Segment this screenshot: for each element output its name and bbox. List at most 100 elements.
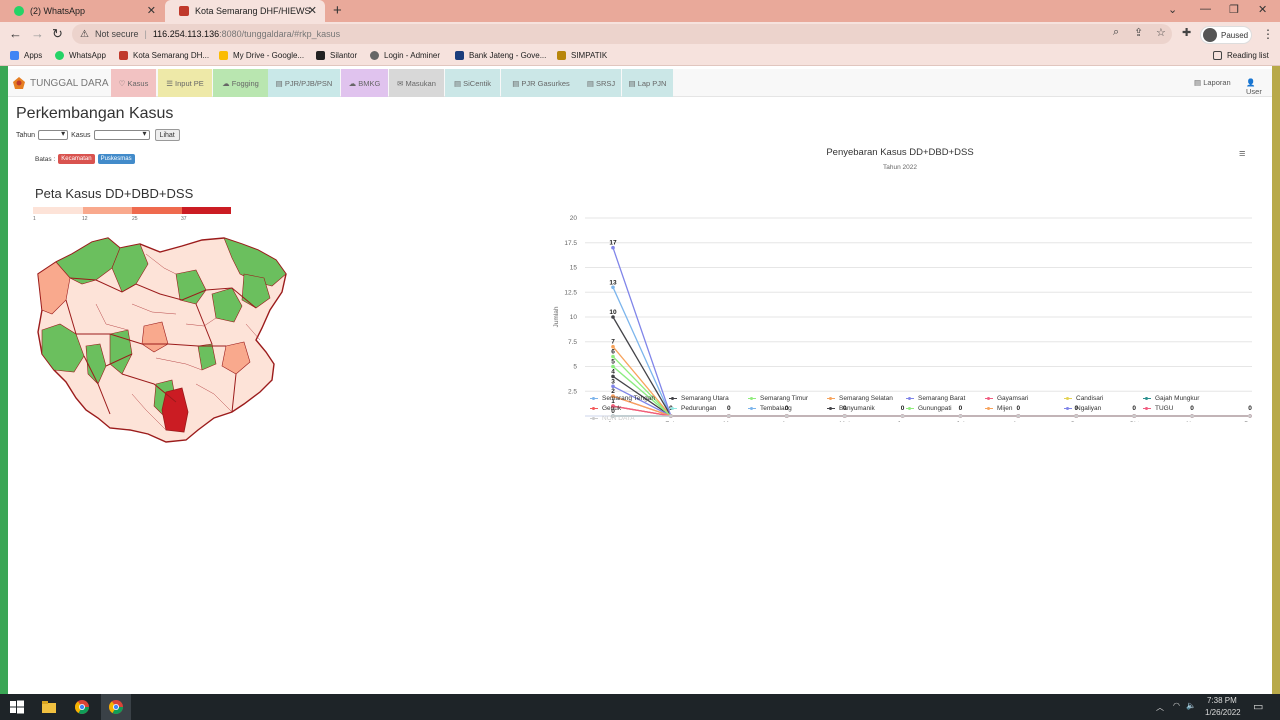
semarang-map[interactable] — [36, 234, 288, 446]
bookmark-bank-jateng[interactable]: Bank Jateng - Gove... — [455, 51, 546, 60]
legend-swatch — [132, 207, 182, 214]
legend-item[interactable]: NON DATA — [590, 415, 635, 422]
legend-label: Gunungpati — [918, 405, 952, 412]
legend-label: NON DATA — [602, 415, 635, 422]
menu-icon: ▤ — [586, 78, 594, 88]
bookmark-google-drive[interactable]: My Drive - Google... — [219, 51, 304, 60]
legend-label: Semarang Selatan — [839, 395, 893, 402]
forward-icon[interactable]: → — [31, 26, 44, 41]
data-label: 3 — [611, 378, 615, 385]
menu-icon: ☰ — [166, 78, 173, 88]
legend-swatch — [669, 396, 677, 400]
legend-item[interactable]: Candisari — [1064, 395, 1103, 402]
bookmark-apps[interactable]: Apps — [10, 51, 42, 60]
bookmark-star-icon[interactable]: ☆ — [1156, 26, 1166, 39]
back-icon[interactable]: ← — [9, 26, 22, 41]
x-tick-label: Jun — [897, 421, 908, 422]
legend-item[interactable]: Mijen — [985, 405, 1013, 412]
network-icon[interactable]: ◠ — [1173, 701, 1180, 710]
chart-menu-icon[interactable]: ≡ — [1239, 148, 1245, 160]
file-explorer-icon[interactable] — [41, 699, 57, 715]
clock-date[interactable]: 1/26/2022 — [1205, 708, 1241, 717]
brand[interactable]: TUNGGAL DARA — [12, 76, 109, 90]
menu-lap-pjn[interactable]: ▤ Lap PJN — [622, 69, 673, 97]
windows-start-icon[interactable] — [9, 699, 25, 715]
legend-item[interactable]: Tembalang — [748, 405, 792, 412]
menu-srsj[interactable]: ▤ SRSJ — [581, 69, 621, 97]
menu-label: Fogging — [231, 78, 259, 88]
extensions-icon[interactable]: ✚ — [1182, 26, 1191, 39]
legend-item[interactable]: Semarang Utara — [669, 395, 729, 402]
legend-item[interactable]: Gajah Mungkur — [1143, 395, 1199, 402]
legend-item[interactable]: Banyumanik — [827, 405, 875, 412]
legend-item[interactable]: Ngaliyan — [1064, 405, 1101, 412]
tab-kota-semarang[interactable]: Kota Semarang DHF/HIEWS ✕ — [165, 0, 325, 22]
legend-item[interactable]: Semarang Barat — [906, 395, 965, 402]
legend-item[interactable]: Semarang Timur — [748, 395, 808, 402]
tahun-select[interactable] — [38, 129, 69, 140]
browser-menu-icon[interactable]: ⋮ — [1262, 27, 1274, 41]
bookmark-kota-semarang[interactable]: Kota Semarang DH... — [119, 51, 209, 60]
menu-label: SiCentik — [463, 78, 492, 88]
legend-item[interactable]: TUGU — [1143, 405, 1173, 412]
reading-list-button[interactable]: Reading list — [1213, 51, 1269, 60]
menu-sicentik[interactable]: ▤ SiCentik — [445, 69, 500, 97]
menu-bmkg[interactable]: ☁ BMKG — [341, 69, 388, 97]
bookmark-simpatik[interactable]: SIMPATIK — [557, 51, 607, 60]
chrome-icon[interactable] — [74, 699, 90, 715]
bookmark-silantor[interactable]: Silantor — [316, 51, 357, 60]
menu-laporan[interactable]: ▤ Laporan — [1194, 78, 1231, 87]
menu-pjr-gasurkes[interactable]: ▤ PJR Gasurkes — [501, 69, 581, 97]
share-icon[interactable]: ⇪ — [1134, 26, 1143, 39]
profile-button[interactable]: Paused — [1200, 26, 1252, 44]
data-point — [1132, 414, 1136, 418]
data-label: 0 — [1190, 405, 1194, 412]
legend-item[interactable]: Gayamsari — [985, 395, 1028, 402]
close-tab-icon[interactable]: ✕ — [308, 4, 317, 17]
legend-swatch — [906, 396, 914, 400]
notification-icon[interactable]: ▭ — [1253, 700, 1263, 713]
menu-masukan[interactable]: ✉ Masukan — [389, 69, 444, 97]
x-tick-label: Okt — [1129, 421, 1139, 422]
kecamatan-button[interactable]: Kecamatan — [58, 154, 95, 164]
reload-icon[interactable]: ↻ — [52, 26, 63, 42]
volume-icon[interactable]: 🔈 — [1186, 701, 1196, 710]
tab-search-icon[interactable]: ⌄ — [1168, 3, 1177, 16]
minimize-icon[interactable]: — — [1200, 3, 1211, 15]
close-tab-icon[interactable]: ✕ — [147, 4, 156, 17]
data-point — [784, 414, 789, 418]
show-hidden-icons[interactable]: ︿ — [1156, 702, 1164, 713]
menu-input-pe[interactable]: ☰ Input PE — [158, 69, 212, 97]
kasus-label: Kasus — [71, 131, 91, 139]
x-tick-label: Mei — [839, 421, 849, 422]
legend-item[interactable]: Semarang Tengah — [590, 395, 655, 402]
new-tab-icon[interactable]: + — [333, 2, 342, 19]
bookmark-adminer[interactable]: Login - Adminer — [370, 51, 440, 60]
legend-label: Semarang Tengah — [602, 395, 656, 402]
legend-label: Gayamsari — [997, 395, 1029, 402]
puskesmas-button[interactable]: Puskesmas — [97, 154, 135, 164]
menu-icon: ♡ — [118, 78, 126, 88]
close-window-icon[interactable]: ✕ — [1258, 3, 1267, 16]
menu-fogging[interactable]: ☁ Fogging — [213, 69, 268, 97]
clock-time[interactable]: 7:38 PM — [1207, 696, 1237, 705]
url-bar[interactable]: ⚠ Not secure | 116.254.113.136:8080/tung… — [72, 24, 1172, 44]
lihat-button[interactable]: Lihat — [154, 129, 180, 141]
menu-icon: ☁ — [348, 78, 357, 88]
data-label: 0 — [901, 405, 905, 412]
menu-kasus[interactable]: ♡ Kasus — [111, 69, 156, 97]
legend-item[interactable]: Genuk — [590, 405, 621, 412]
menu-icon: ▤ — [512, 78, 520, 88]
warning-icon[interactable]: ⚠ — [80, 29, 89, 40]
legend-item[interactable]: Gunungpati — [906, 405, 952, 412]
zoom-icon[interactable]: ⌕ — [1113, 26, 1119, 39]
chrome-profile-icon[interactable] — [108, 699, 124, 715]
restore-icon[interactable]: ❐ — [1229, 3, 1239, 16]
tab-whatsapp[interactable]: (2) WhatsApp ✕ — [0, 0, 164, 22]
legend-item[interactable]: Pedurungan — [669, 405, 716, 412]
kasus-select[interactable] — [93, 129, 150, 140]
bookmark-whatsapp[interactable]: WhatsApp — [55, 51, 106, 60]
legend-item[interactable]: Semarang Selatan — [827, 395, 893, 402]
menu-user[interactable]: 👤 User — [1246, 78, 1272, 96]
menu-pjr-pjb-psn[interactable]: ▤ PJR/PJB/PSN — [268, 69, 340, 97]
